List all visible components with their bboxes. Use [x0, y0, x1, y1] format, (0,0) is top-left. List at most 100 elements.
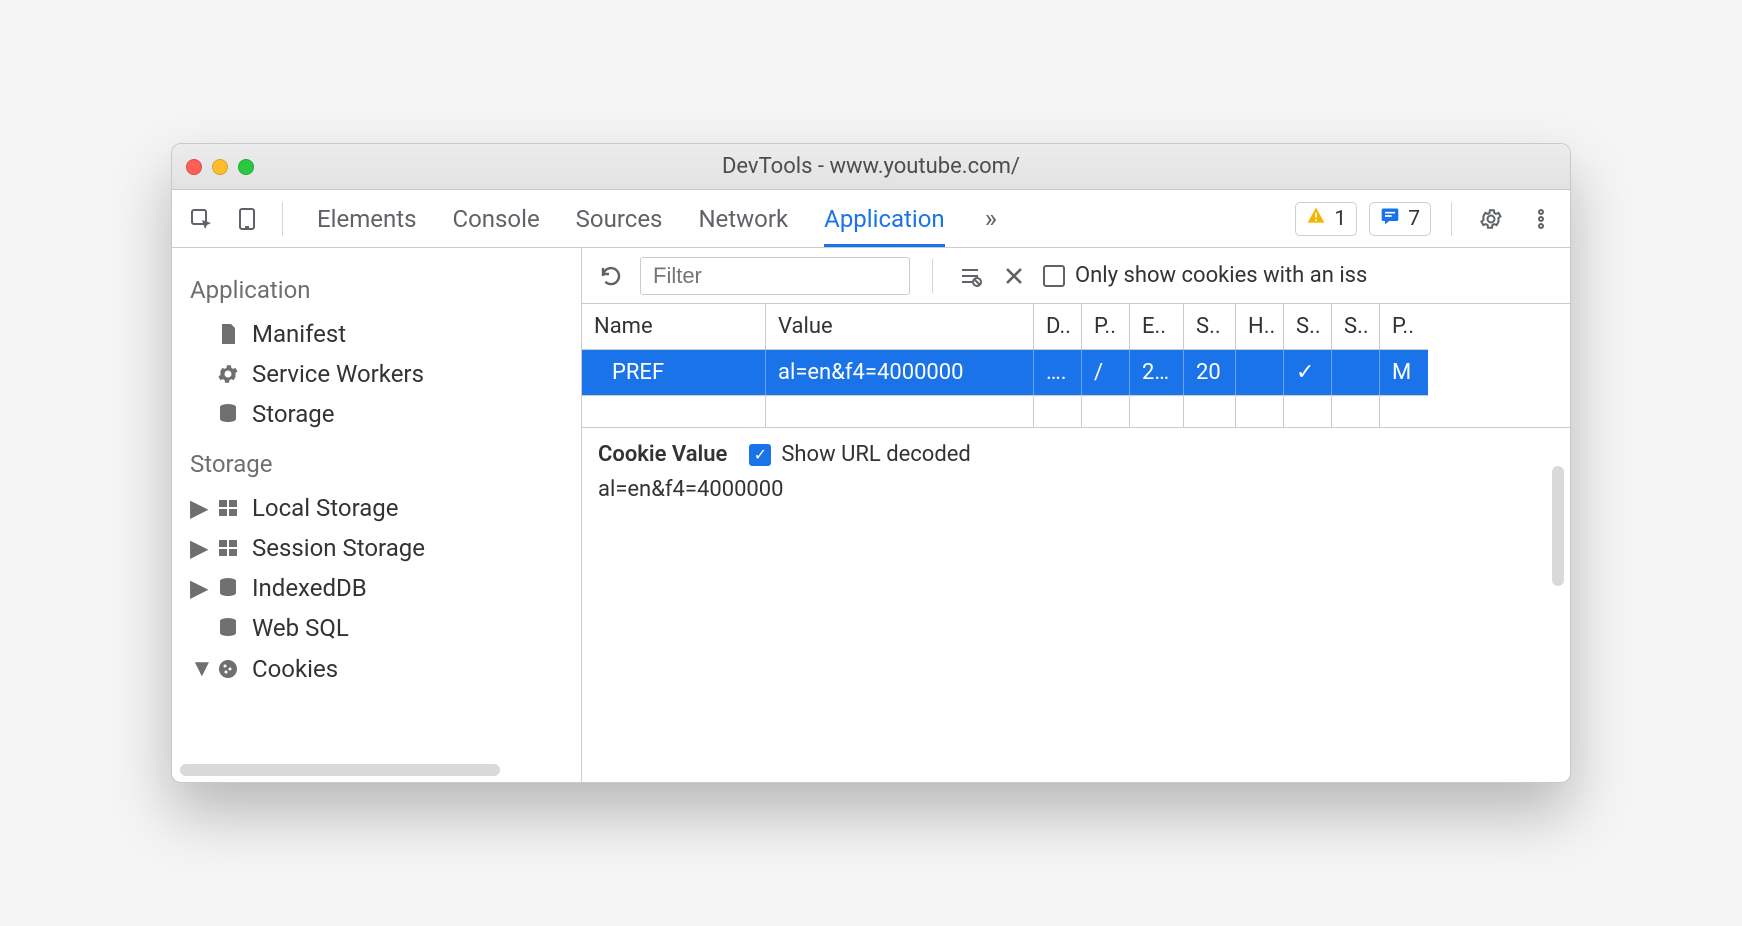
clear-all-icon[interactable] [955, 261, 985, 291]
filter-input[interactable] [640, 257, 910, 295]
main-panel: Only show cookies with an iss Name Value… [582, 248, 1570, 782]
col-priority[interactable]: P.. [1380, 304, 1428, 349]
window-controls [186, 159, 254, 175]
devtools-window: DevTools - www.youtube.com/ Elements Con… [171, 143, 1571, 783]
warnings-badge[interactable]: 1 [1295, 202, 1357, 236]
messages-badge[interactable]: 7 [1369, 202, 1431, 236]
tabbar-right: 1 7 [1295, 200, 1560, 238]
chevron-right-icon[interactable]: ▶ [190, 574, 204, 602]
col-expires[interactable]: E.. [1130, 304, 1184, 349]
only-issue-toggle[interactable]: Only show cookies with an iss [1043, 263, 1367, 288]
cell-path: / [1082, 349, 1130, 395]
warnings-count: 1 [1334, 207, 1346, 231]
sidebar-item-cookies[interactable]: ▼ Cookies [172, 648, 581, 689]
minimize-window-button[interactable] [212, 159, 228, 175]
cookie-detail-header: Cookie Value Show URL decoded [598, 442, 1554, 467]
settings-icon[interactable] [1472, 200, 1510, 238]
sidebar-item-label: Session Storage [252, 534, 425, 562]
cell-samesite [1332, 349, 1380, 395]
tab-network[interactable]: Network [698, 191, 788, 247]
cell-value: al=en&f4=4000000 [766, 349, 1034, 395]
table-header-row: Name Value D.. P.. E.. S.. H.. S.. S.. P… [582, 304, 1570, 349]
sidebar-item-indexeddb[interactable]: ▶ IndexedDB [172, 568, 581, 608]
cell-size: 20 [1184, 349, 1236, 395]
more-tabs-button[interactable]: » [985, 204, 997, 234]
device-toggle-icon[interactable] [228, 200, 266, 238]
show-decoded-toggle[interactable]: Show URL decoded [749, 442, 970, 467]
show-decoded-checkbox[interactable] [749, 444, 771, 466]
cookie-value-text: al=en&f4=4000000 [598, 477, 1554, 502]
col-path[interactable]: P.. [1082, 304, 1130, 349]
body: Application Manifest Service Workers Sto… [172, 248, 1570, 782]
sidebar-item-label: Web SQL [252, 614, 349, 642]
titlebar: DevTools - www.youtube.com/ [172, 144, 1570, 190]
cookie-detail: Cookie Value Show URL decoded al=en&f4=4… [582, 428, 1570, 516]
cell-priority: M [1380, 349, 1428, 395]
main-vertical-scrollbar[interactable] [1552, 466, 1564, 586]
file-icon [216, 322, 240, 346]
col-size[interactable]: S.. [1184, 304, 1236, 349]
cookies-table: Name Value D.. P.. E.. S.. H.. S.. S.. P… [582, 304, 1570, 428]
kebab-menu-icon[interactable] [1522, 200, 1560, 238]
sidebar-item-websql[interactable]: Web SQL [172, 608, 581, 648]
zoom-window-button[interactable] [238, 159, 254, 175]
sidebar-item-label: Local Storage [252, 494, 399, 522]
sidebar-group-storage: Storage [172, 434, 581, 488]
sidebar-item-session-storage[interactable]: ▶ Session Storage [172, 528, 581, 568]
message-icon [1380, 206, 1400, 232]
table-row-empty [582, 395, 1570, 427]
database-icon [216, 402, 240, 426]
sidebar-item-manifest[interactable]: Manifest [172, 314, 581, 354]
window-title: DevTools - www.youtube.com/ [186, 154, 1556, 179]
close-window-button[interactable] [186, 159, 202, 175]
chevron-down-icon[interactable]: ▼ [190, 654, 204, 683]
show-decoded-label: Show URL decoded [781, 442, 970, 467]
tab-elements[interactable]: Elements [317, 191, 416, 247]
separator [1451, 202, 1452, 236]
cell-domain: …. [1034, 349, 1082, 395]
cell-secure: ✓ [1284, 349, 1332, 395]
sidebar-item-label: IndexedDB [252, 574, 367, 602]
warning-icon [1306, 206, 1326, 232]
separator [282, 202, 283, 236]
sidebar-item-label: Cookies [252, 655, 338, 683]
panel-tabs: Elements Console Sources Network Applica… [317, 191, 945, 247]
col-value[interactable]: Value [766, 304, 1034, 349]
sidebar-item-label: Service Workers [252, 360, 424, 388]
tab-console[interactable]: Console [452, 191, 539, 247]
col-name[interactable]: Name [582, 304, 766, 349]
database-icon [216, 616, 240, 640]
sidebar-item-local-storage[interactable]: ▶ Local Storage [172, 488, 581, 528]
database-icon [216, 576, 240, 600]
sidebar-horizontal-scrollbar[interactable] [180, 764, 500, 776]
cell-expires: 2… [1130, 349, 1184, 395]
grid-icon [216, 536, 240, 560]
gear-icon [216, 362, 240, 386]
col-secure[interactable]: S.. [1284, 304, 1332, 349]
sidebar-item-label: Manifest [252, 320, 346, 348]
tab-sources[interactable]: Sources [576, 191, 663, 247]
messages-count: 7 [1408, 207, 1420, 231]
chevron-right-icon[interactable]: ▶ [190, 534, 204, 562]
sidebar-item-storage-summary[interactable]: Storage [172, 394, 581, 434]
tab-application[interactable]: Application [824, 191, 945, 247]
delete-icon[interactable] [999, 261, 1029, 291]
cookie-detail-label: Cookie Value [598, 442, 727, 467]
cell-httponly [1236, 349, 1284, 395]
sidebar-item-label: Storage [252, 400, 334, 428]
refresh-icon[interactable] [596, 261, 626, 291]
col-domain[interactable]: D.. [1034, 304, 1082, 349]
table-row[interactable]: PREF al=en&f4=4000000 …. / 2… 20 ✓ M [582, 349, 1570, 395]
col-samesite[interactable]: S.. [1332, 304, 1380, 349]
chevron-right-icon[interactable]: ▶ [190, 494, 204, 522]
tabbar: Elements Console Sources Network Applica… [172, 190, 1570, 248]
inspect-element-icon[interactable] [182, 200, 220, 238]
cell-name: PREF [582, 349, 766, 395]
sidebar-group-application: Application [172, 260, 581, 314]
grid-icon [216, 496, 240, 520]
cookie-icon [216, 657, 240, 681]
col-httponly[interactable]: H.. [1236, 304, 1284, 349]
sidebar-item-service-workers[interactable]: Service Workers [172, 354, 581, 394]
only-issue-checkbox[interactable] [1043, 265, 1065, 287]
only-issue-label: Only show cookies with an iss [1075, 263, 1367, 288]
